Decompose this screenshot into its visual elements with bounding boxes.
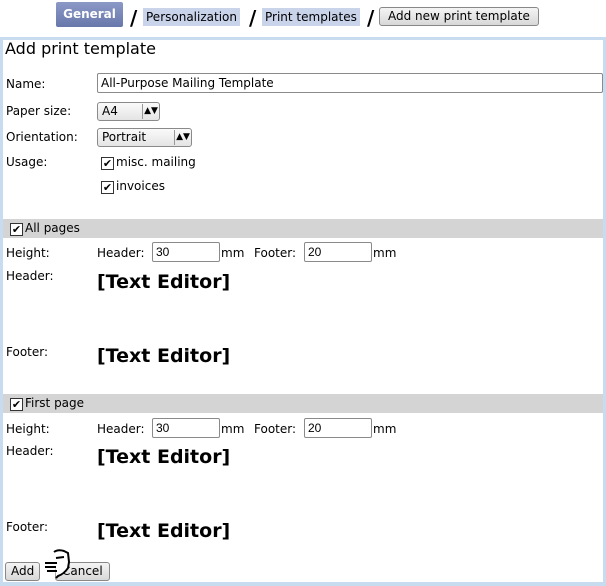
footer-text-editor[interactable]: [Text Editor] bbox=[97, 520, 230, 542]
checkbox-label: misc. mailing bbox=[116, 155, 196, 169]
checkbox-checked-icon: ✔ bbox=[101, 181, 114, 194]
paper-size-select[interactable]: A4 ▲▼ bbox=[97, 102, 160, 121]
usage-misc-mailing-checkbox[interactable]: ✔ misc. mailing bbox=[101, 155, 196, 170]
breadcrumb-print-templates[interactable]: Print templates bbox=[262, 8, 360, 26]
orientation-select[interactable]: Portrait ▲▼ bbox=[97, 128, 192, 147]
header-height-input[interactable] bbox=[152, 242, 220, 262]
name-input[interactable] bbox=[97, 73, 603, 93]
header-text-editor[interactable]: [Text Editor] bbox=[97, 271, 230, 293]
paper-size-value: A4 bbox=[102, 104, 118, 118]
name-label: Name: bbox=[6, 77, 46, 91]
section-title: First page bbox=[25, 396, 85, 410]
updown-arrows-icon: ▲▼ bbox=[174, 130, 191, 145]
header-label: Header: bbox=[6, 444, 54, 458]
header-height-label: Header: bbox=[97, 246, 145, 260]
breadcrumb-separator: / bbox=[367, 6, 375, 30]
paper-size-label: Paper size: bbox=[6, 104, 72, 118]
section-all-pages: ✔ All pages bbox=[3, 219, 603, 238]
header-height-label: Header: bbox=[97, 422, 145, 436]
first-page-checkbox[interactable]: ✔ First page bbox=[10, 396, 85, 411]
checkbox-label: invoices bbox=[116, 179, 165, 193]
checkbox-checked-icon: ✔ bbox=[101, 157, 114, 170]
breadcrumb-separator: / bbox=[249, 6, 257, 30]
footer-text-editor[interactable]: [Text Editor] bbox=[97, 345, 230, 367]
hand-pointer-cursor-icon bbox=[45, 549, 71, 579]
form-panel bbox=[0, 37, 606, 586]
footer-label: Footer: bbox=[6, 345, 49, 359]
section-title: All pages bbox=[25, 221, 80, 235]
footer-height-input[interactable] bbox=[304, 418, 372, 438]
footer-label: Footer: bbox=[6, 520, 49, 534]
unit-label: mm bbox=[373, 246, 397, 260]
footer-height-input[interactable] bbox=[304, 242, 372, 262]
breadcrumb-separator: / bbox=[130, 6, 138, 30]
footer-height-label: Footer: bbox=[254, 422, 297, 436]
add-button[interactable]: Add bbox=[5, 562, 41, 581]
height-label: Height: bbox=[6, 422, 50, 436]
form-title: Add print template bbox=[5, 39, 156, 58]
breadcrumb-personalization[interactable]: Personalization bbox=[143, 8, 240, 26]
usage-invoices-checkbox[interactable]: ✔ invoices bbox=[101, 179, 165, 194]
header-text-editor[interactable]: [Text Editor] bbox=[97, 446, 230, 468]
header-label: Header: bbox=[6, 269, 54, 283]
checkbox-checked-icon: ✔ bbox=[10, 223, 23, 236]
unit-label: mm bbox=[221, 422, 245, 436]
all-pages-checkbox[interactable]: ✔ All pages bbox=[10, 221, 80, 236]
orientation-label: Orientation: bbox=[6, 130, 78, 144]
orientation-value: Portrait bbox=[102, 130, 147, 144]
header-height-input[interactable] bbox=[152, 418, 220, 438]
unit-label: mm bbox=[373, 422, 397, 436]
add-new-print-template-button[interactable]: Add new print template bbox=[379, 7, 539, 26]
updown-arrows-icon: ▲▼ bbox=[142, 104, 159, 119]
checkbox-checked-icon: ✔ bbox=[10, 398, 23, 411]
unit-label: mm bbox=[221, 246, 245, 260]
footer-height-label: Footer: bbox=[254, 246, 297, 260]
section-first-page: ✔ First page bbox=[3, 394, 603, 413]
height-label: Height: bbox=[6, 246, 50, 260]
breadcrumb-general[interactable]: General bbox=[56, 2, 123, 27]
usage-label: Usage: bbox=[6, 155, 48, 169]
